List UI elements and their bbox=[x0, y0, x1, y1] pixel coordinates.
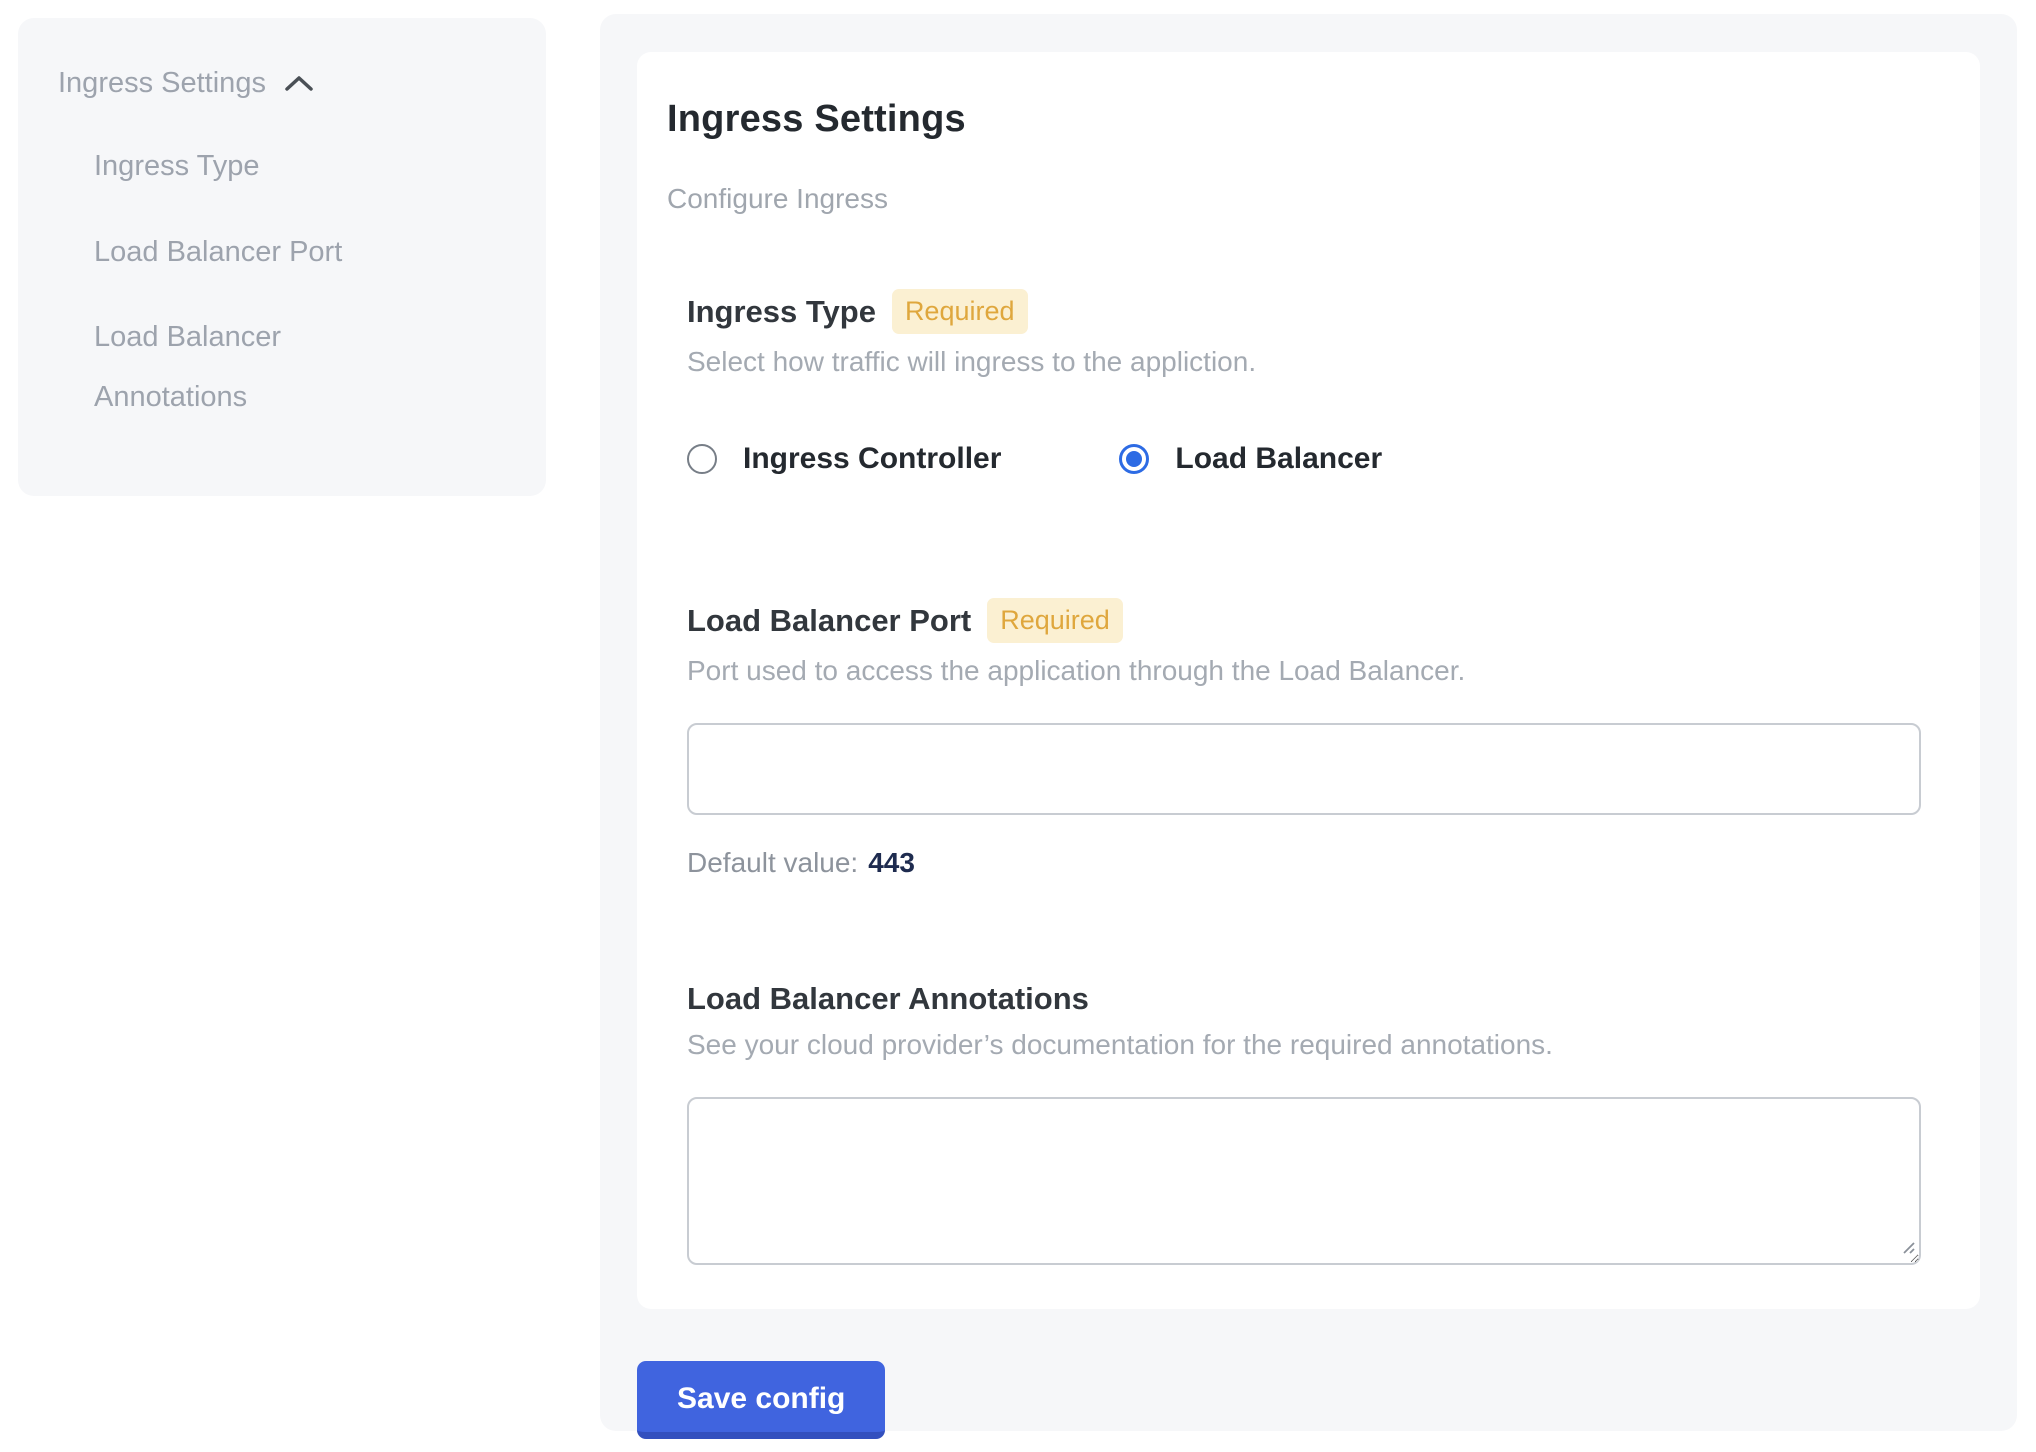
radio-option-ingress-controller[interactable]: Ingress Controller bbox=[687, 442, 1001, 476]
ingress-settings-card: Ingress Settings Configure Ingress Ingre… bbox=[637, 52, 1980, 1309]
section-load-balancer-port: Load Balancer Port Required Port used to… bbox=[687, 598, 1944, 879]
form-sections: Ingress Type Required Select how traffic… bbox=[667, 289, 1944, 1265]
default-value-label: Default value: bbox=[687, 847, 858, 878]
radio-circle-load-balancer[interactable] bbox=[1119, 444, 1149, 474]
load-balancer-annotations-textarea[interactable] bbox=[687, 1097, 1921, 1265]
radio-circle-ingress-controller[interactable] bbox=[687, 444, 717, 474]
radio-label-ingress-controller: Ingress Controller bbox=[743, 442, 1001, 476]
sidebar-item-load-balancer-port[interactable]: Load Balancer Port bbox=[94, 223, 424, 282]
lb-port-description: Port used to access the application thro… bbox=[687, 655, 1944, 687]
ingress-type-label: Ingress Type bbox=[687, 294, 876, 330]
sidebar-item-load-balancer-annotations[interactable]: Load Balancer Annotations bbox=[94, 308, 424, 427]
radio-option-load-balancer[interactable]: Load Balancer bbox=[1119, 442, 1382, 476]
ingress-type-description: Select how traffic will ingress to the a… bbox=[687, 346, 1944, 378]
ingress-settings-panel: Ingress Settings Configure Ingress Ingre… bbox=[600, 14, 2017, 1431]
required-badge: Required bbox=[892, 289, 1028, 334]
lb-annotations-label: Load Balancer Annotations bbox=[687, 981, 1089, 1017]
sidebar-section-title: Ingress Settings bbox=[58, 54, 266, 113]
lb-annotations-description: See your cloud provider’s documentation … bbox=[687, 1029, 1944, 1061]
lb-port-label: Load Balancer Port bbox=[687, 603, 971, 639]
page-title: Ingress Settings bbox=[667, 98, 1944, 141]
sidebar-item-ingress-type[interactable]: Ingress Type bbox=[94, 137, 424, 196]
load-balancer-port-input[interactable] bbox=[687, 723, 1921, 815]
page-subtitle: Configure Ingress bbox=[667, 183, 1944, 215]
required-badge: Required bbox=[987, 598, 1123, 643]
save-config-button[interactable]: Save config bbox=[637, 1361, 885, 1439]
sidebar-section-ingress-settings[interactable]: Ingress Settings bbox=[58, 54, 516, 113]
radio-label-load-balancer: Load Balancer bbox=[1175, 442, 1382, 476]
chevron-up-icon bbox=[284, 74, 314, 94]
annotations-textarea-wrap bbox=[687, 1097, 1921, 1265]
default-value: 443 bbox=[868, 847, 915, 878]
section-ingress-type: Ingress Type Required Select how traffic… bbox=[687, 289, 1944, 476]
sidebar-nav: Ingress Type Load Balancer Port Load Bal… bbox=[58, 137, 516, 427]
default-value-row: Default value: 443 bbox=[687, 847, 1944, 879]
settings-sidebar: Ingress Settings Ingress Type Load Balan… bbox=[18, 18, 546, 496]
ingress-type-radio-group: Ingress Controller Load Balancer bbox=[687, 442, 1944, 476]
section-load-balancer-annotations: Load Balancer Annotations See your cloud… bbox=[687, 981, 1944, 1265]
